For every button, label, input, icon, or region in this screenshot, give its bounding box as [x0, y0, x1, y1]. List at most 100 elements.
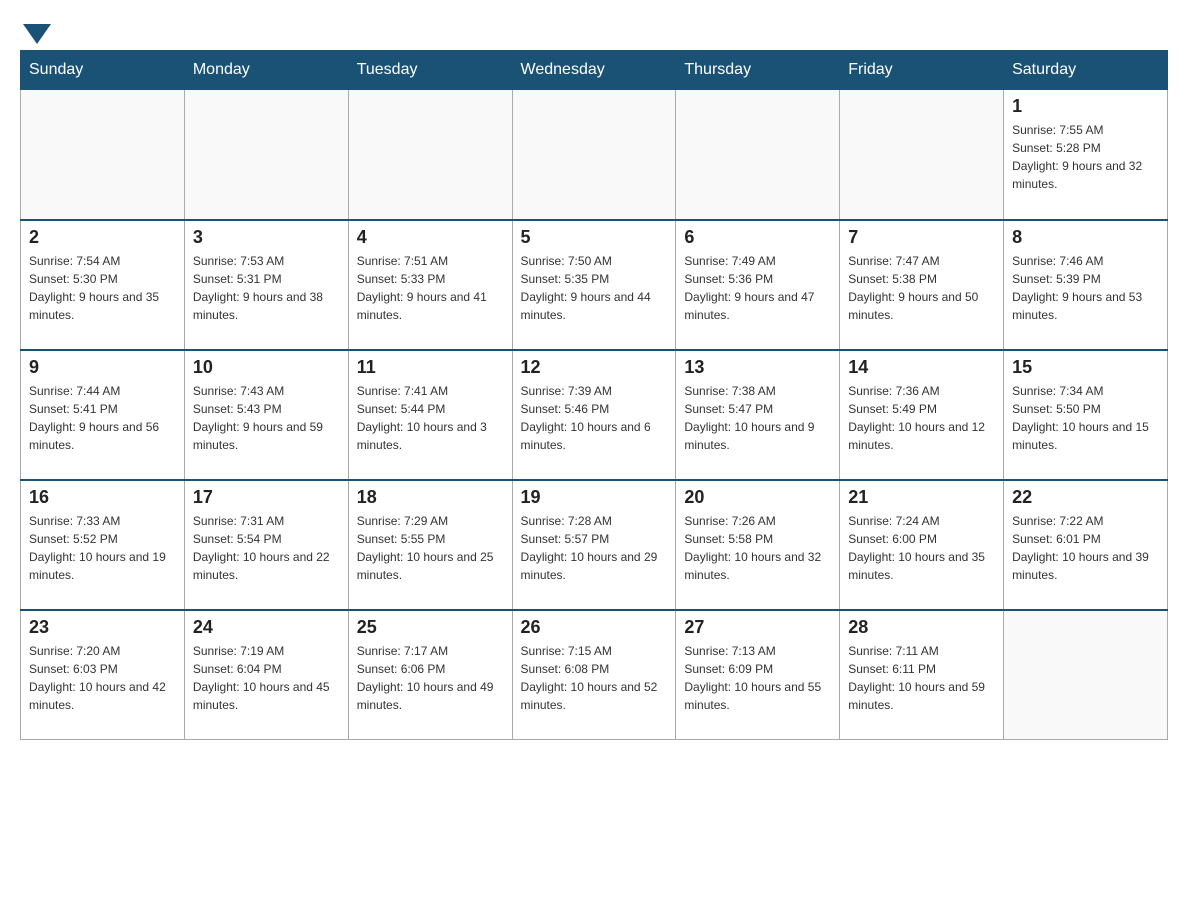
- day-info-line: Daylight: 10 hours and 9 minutes.: [684, 418, 831, 454]
- day-number: 16: [29, 487, 176, 508]
- calendar-cell: 20Sunrise: 7:26 AMSunset: 5:58 PMDayligh…: [676, 480, 840, 610]
- day-info-line: Daylight: 9 hours and 35 minutes.: [29, 288, 176, 324]
- day-info-line: Sunrise: 7:44 AM: [29, 382, 176, 400]
- day-info-line: Sunrise: 7:34 AM: [1012, 382, 1159, 400]
- day-info-line: Daylight: 10 hours and 39 minutes.: [1012, 548, 1159, 584]
- day-number: 6: [684, 227, 831, 248]
- day-info-line: Sunrise: 7:11 AM: [848, 642, 995, 660]
- day-info-line: Sunrise: 7:46 AM: [1012, 252, 1159, 270]
- day-info-line: Sunrise: 7:31 AM: [193, 512, 340, 530]
- calendar-table: SundayMondayTuesdayWednesdayThursdayFrid…: [20, 50, 1168, 740]
- logo-triangle-icon: [23, 24, 51, 44]
- day-info-line: Sunrise: 7:51 AM: [357, 252, 504, 270]
- day-info-line: Sunrise: 7:26 AM: [684, 512, 831, 530]
- day-info-line: Daylight: 9 hours and 56 minutes.: [29, 418, 176, 454]
- day-number: 26: [521, 617, 668, 638]
- weekday-header-row: SundayMondayTuesdayWednesdayThursdayFrid…: [21, 51, 1168, 90]
- day-number: 28: [848, 617, 995, 638]
- day-number: 25: [357, 617, 504, 638]
- day-info-line: Sunset: 6:04 PM: [193, 660, 340, 678]
- calendar-cell: 13Sunrise: 7:38 AMSunset: 5:47 PMDayligh…: [676, 350, 840, 480]
- day-number: 18: [357, 487, 504, 508]
- calendar-cell: 12Sunrise: 7:39 AMSunset: 5:46 PMDayligh…: [512, 350, 676, 480]
- day-info-line: Daylight: 9 hours and 41 minutes.: [357, 288, 504, 324]
- day-info-line: Daylight: 10 hours and 12 minutes.: [848, 418, 995, 454]
- day-number: 13: [684, 357, 831, 378]
- day-info-line: Sunrise: 7:50 AM: [521, 252, 668, 270]
- calendar-cell: 4Sunrise: 7:51 AMSunset: 5:33 PMDaylight…: [348, 220, 512, 350]
- calendar-cell: 10Sunrise: 7:43 AMSunset: 5:43 PMDayligh…: [184, 350, 348, 480]
- calendar-cell: 14Sunrise: 7:36 AMSunset: 5:49 PMDayligh…: [840, 350, 1004, 480]
- day-info-line: Sunrise: 7:41 AM: [357, 382, 504, 400]
- day-number: 20: [684, 487, 831, 508]
- day-number: 2: [29, 227, 176, 248]
- day-number: 8: [1012, 227, 1159, 248]
- day-info-line: Sunrise: 7:49 AM: [684, 252, 831, 270]
- day-info-line: Sunset: 5:41 PM: [29, 400, 176, 418]
- day-info-line: Sunset: 6:00 PM: [848, 530, 995, 548]
- day-info-line: Sunset: 6:09 PM: [684, 660, 831, 678]
- calendar-cell: [676, 90, 840, 220]
- calendar-cell: 11Sunrise: 7:41 AMSunset: 5:44 PMDayligh…: [348, 350, 512, 480]
- calendar-cell: 1Sunrise: 7:55 AMSunset: 5:28 PMDaylight…: [1004, 90, 1168, 220]
- weekday-header-tuesday: Tuesday: [348, 51, 512, 90]
- day-info-line: Daylight: 9 hours and 32 minutes.: [1012, 157, 1159, 193]
- day-number: 10: [193, 357, 340, 378]
- calendar-cell: [184, 90, 348, 220]
- calendar-cell: 15Sunrise: 7:34 AMSunset: 5:50 PMDayligh…: [1004, 350, 1168, 480]
- day-info-line: Daylight: 10 hours and 15 minutes.: [1012, 418, 1159, 454]
- day-info-line: Sunset: 5:33 PM: [357, 270, 504, 288]
- day-info-line: Daylight: 9 hours and 59 minutes.: [193, 418, 340, 454]
- day-number: 15: [1012, 357, 1159, 378]
- calendar-cell: 27Sunrise: 7:13 AMSunset: 6:09 PMDayligh…: [676, 610, 840, 740]
- day-info-line: Daylight: 10 hours and 6 minutes.: [521, 418, 668, 454]
- day-info-line: Sunrise: 7:20 AM: [29, 642, 176, 660]
- calendar-cell: 8Sunrise: 7:46 AMSunset: 5:39 PMDaylight…: [1004, 220, 1168, 350]
- calendar-cell: 3Sunrise: 7:53 AMSunset: 5:31 PMDaylight…: [184, 220, 348, 350]
- calendar-cell: 25Sunrise: 7:17 AMSunset: 6:06 PMDayligh…: [348, 610, 512, 740]
- calendar-cell: 7Sunrise: 7:47 AMSunset: 5:38 PMDaylight…: [840, 220, 1004, 350]
- day-number: 9: [29, 357, 176, 378]
- calendar-cell: [840, 90, 1004, 220]
- calendar-cell: 22Sunrise: 7:22 AMSunset: 6:01 PMDayligh…: [1004, 480, 1168, 610]
- day-info-line: Daylight: 10 hours and 32 minutes.: [684, 548, 831, 584]
- day-info-line: Daylight: 10 hours and 42 minutes.: [29, 678, 176, 714]
- day-info-line: Sunset: 6:01 PM: [1012, 530, 1159, 548]
- day-number: 14: [848, 357, 995, 378]
- day-info-line: Sunset: 5:39 PM: [1012, 270, 1159, 288]
- day-number: 22: [1012, 487, 1159, 508]
- calendar-cell: 17Sunrise: 7:31 AMSunset: 5:54 PMDayligh…: [184, 480, 348, 610]
- day-info-line: Sunset: 6:06 PM: [357, 660, 504, 678]
- day-info-line: Sunset: 5:31 PM: [193, 270, 340, 288]
- calendar-week-row: 1Sunrise: 7:55 AMSunset: 5:28 PMDaylight…: [21, 90, 1168, 220]
- day-info-line: Sunset: 5:35 PM: [521, 270, 668, 288]
- day-info-line: Sunrise: 7:28 AM: [521, 512, 668, 530]
- day-number: 24: [193, 617, 340, 638]
- day-info-line: Sunset: 6:08 PM: [521, 660, 668, 678]
- day-info-line: Sunset: 5:43 PM: [193, 400, 340, 418]
- calendar-cell: 2Sunrise: 7:54 AMSunset: 5:30 PMDaylight…: [21, 220, 185, 350]
- day-number: 5: [521, 227, 668, 248]
- day-info-line: Sunrise: 7:39 AM: [521, 382, 668, 400]
- calendar-week-row: 9Sunrise: 7:44 AMSunset: 5:41 PMDaylight…: [21, 350, 1168, 480]
- day-info-line: Daylight: 10 hours and 49 minutes.: [357, 678, 504, 714]
- calendar-cell: 26Sunrise: 7:15 AMSunset: 6:08 PMDayligh…: [512, 610, 676, 740]
- calendar-cell: 24Sunrise: 7:19 AMSunset: 6:04 PMDayligh…: [184, 610, 348, 740]
- calendar-cell: 9 Sunrise: 7:44 AMSunset: 5:41 PMDaylight…: [21, 350, 185, 480]
- calendar-cell: 5Sunrise: 7:50 AMSunset: 5:35 PMDaylight…: [512, 220, 676, 350]
- weekday-header-sunday: Sunday: [21, 51, 185, 90]
- day-info-line: Sunset: 5:28 PM: [1012, 139, 1159, 157]
- day-number: 19: [521, 487, 668, 508]
- day-number: 23: [29, 617, 176, 638]
- calendar-cell: 6Sunrise: 7:49 AMSunset: 5:36 PMDaylight…: [676, 220, 840, 350]
- calendar-cell: [21, 90, 185, 220]
- weekday-header-wednesday: Wednesday: [512, 51, 676, 90]
- day-info-line: Sunrise: 7:38 AM: [684, 382, 831, 400]
- day-number: 11: [357, 357, 504, 378]
- calendar-cell: 21Sunrise: 7:24 AMSunset: 6:00 PMDayligh…: [840, 480, 1004, 610]
- day-info-line: Daylight: 10 hours and 25 minutes.: [357, 548, 504, 584]
- day-info-line: Sunset: 5:49 PM: [848, 400, 995, 418]
- day-info-line: Sunset: 5:36 PM: [684, 270, 831, 288]
- day-info-line: Daylight: 10 hours and 19 minutes.: [29, 548, 176, 584]
- day-info-line: Daylight: 10 hours and 55 minutes.: [684, 678, 831, 714]
